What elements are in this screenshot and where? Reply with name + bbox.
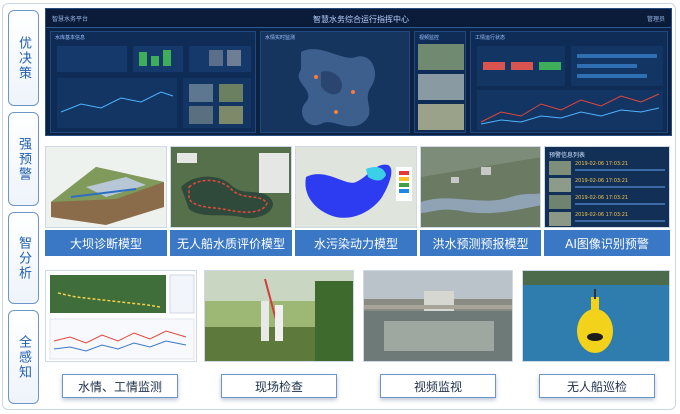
model-label-flood[interactable]: 洪水预测预报模型 [420,230,541,256]
sidebar-item-label: 强预警 [16,136,31,182]
unmanned-boat-photo [523,271,669,361]
dashboard-brand: 智慧水务平台 [52,16,89,23]
satellite-map-boat [171,147,291,227]
model-label-boat-quality[interactable]: 无人船水质评价模型 [170,230,292,256]
dashboard-video: 视频监控 [414,31,466,133]
sluice-gate-photo [364,271,512,361]
sidebar-item-label: 优决策 [16,35,31,81]
sidebar-item-sensing[interactable]: 全感知 [8,310,39,404]
sensing-button-monitoring[interactable]: 水情、工情监测 [62,374,178,398]
dam-model-image [45,146,167,228]
field-inspection-photo [205,271,353,361]
left-panel-graphics [57,46,251,128]
sidebar-item-warning[interactable]: 强预警 [8,112,39,206]
boat-patrol-image [522,270,670,362]
sidebar-item-label: 智分析 [16,235,31,281]
field-inspection-image [204,270,354,362]
sensing-button-boat-patrol[interactable]: 无人船巡检 [539,374,655,398]
dashboard-panel-left: 水库基本信息 [50,31,256,133]
alert-item[interactable]: 2019-02-06 17:03:21 [575,195,628,201]
alert-item[interactable]: 2019-02-06 17:03:21 [575,161,628,167]
model-label-ai-recognition[interactable]: AI图像识别预警 [544,230,670,256]
dashboard-title: 智慧水务综合运行指挥中心 [313,15,409,24]
flood-3d-terrain [421,147,540,227]
pollution-plume-map [296,147,416,227]
sensing-button-video[interactable]: 视频监视 [380,374,496,398]
monitoring-charts [46,271,196,361]
monitoring-image [45,270,197,362]
ai-recognition-image: 预警信息列表 2019-02-06 17:03:21 2019-02-06 17… [544,146,670,228]
model-label-pollution[interactable]: 水污染动力模型 [295,230,417,256]
flood-model-image [420,146,541,228]
dashboard-user: 管理员 [646,16,665,23]
alert-item[interactable]: 2019-02-06 17:03:21 [575,178,628,184]
video-thumbnails [418,44,464,130]
dashboard-map: 水情实时监测 [260,31,410,133]
dam-3d-illustration [46,147,166,227]
alert-item[interactable]: 2019-02-06 17:03:21 [575,212,628,218]
sidebar-item-decision[interactable]: 优决策 [8,10,39,106]
sidebar-item-label: 全感知 [16,334,31,380]
reservoir-map [298,49,376,127]
sidebar-item-analysis[interactable]: 智分析 [8,212,39,304]
pollution-model-image [295,146,417,228]
decision-dashboard: 智慧水务平台 智慧水务综合运行指挥中心 管理员 水库基本信息 水情实时监测 视频… [45,8,672,136]
dashboard-panel-right: 工情运行状态 [470,31,668,133]
sensing-button-inspection[interactable]: 现场检查 [221,374,337,398]
video-surveillance-image [363,270,513,362]
boat-quality-model-image [170,146,292,228]
right-panel-graphics [477,46,663,130]
model-label-dam[interactable]: 大坝诊断模型 [45,230,167,256]
